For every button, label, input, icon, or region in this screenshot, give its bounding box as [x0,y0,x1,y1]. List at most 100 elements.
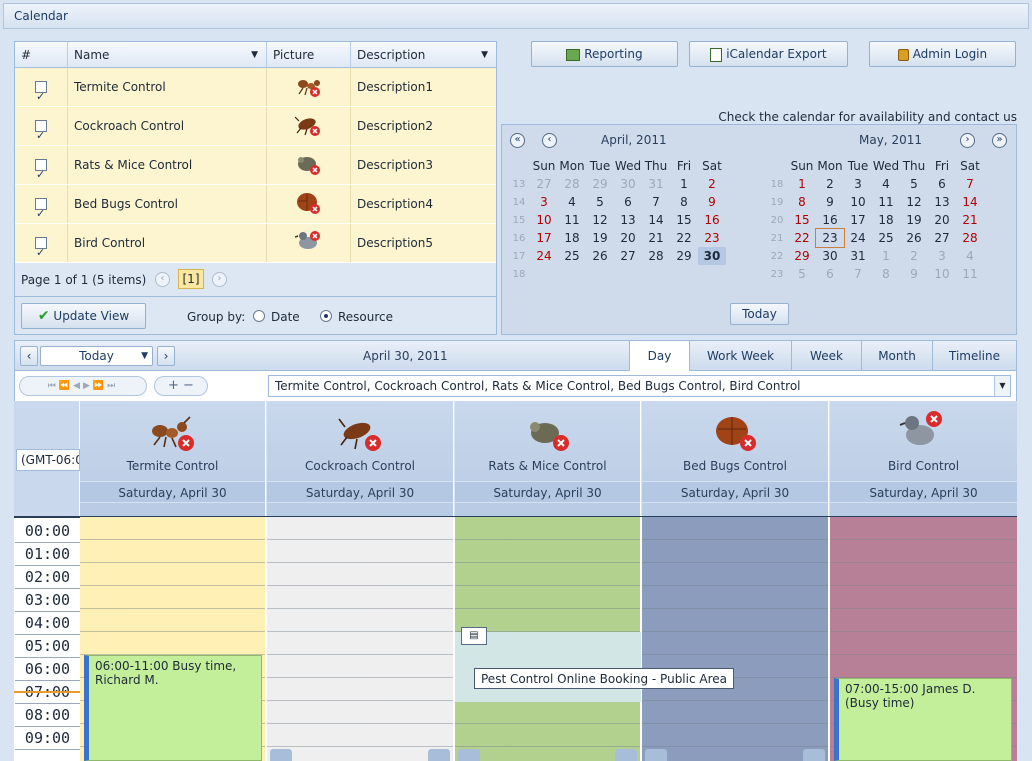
pigeon-icon [267,224,351,262]
row-checkbox[interactable] [35,78,47,116]
export-icon [710,47,723,62]
col-name[interactable]: Name ▼ [68,42,267,68]
row-checkbox[interactable] [35,195,47,233]
resource-header-cockroach: Cockroach Control Saturday, April 30 [267,401,454,517]
row-checkbox[interactable] [35,156,47,194]
next-year-icon[interactable]: » [992,133,1007,148]
selected-day[interactable]: 30 [698,247,726,265]
table-row[interactable]: Rats & Mice Control Description3 [15,146,496,194]
admin-login-button[interactable]: Admin Login [869,41,1016,67]
prev-year-icon[interactable]: « [510,133,525,148]
context-menu-icon[interactable]: ▤ [461,627,487,645]
row-name: Bed Bugs Control [68,185,267,223]
next-month-icon[interactable]: › [960,133,975,148]
row-checkbox[interactable] [35,234,47,272]
window-title: Calendar [3,3,1029,29]
group-by-date-label[interactable]: Date [271,310,300,324]
table-row[interactable]: Cockroach Control Description2 [15,107,496,155]
appointment[interactable]: 06:00-11:00 Busy time, Richard M. [84,655,262,761]
hour-label: 02:00 [15,566,80,589]
filter-icon[interactable]: ▼ [481,42,488,68]
chevron-down-icon[interactable]: ▼ [994,376,1010,396]
row-description: Description4 [357,197,433,211]
scroll-handle[interactable] [645,749,667,761]
resource-header-rats: Rats & Mice Control Saturday, April 30 [455,401,641,517]
hour-label: 05:00 [15,635,80,658]
table-row[interactable]: Bed Bugs Control Description4 [15,185,496,233]
today-day[interactable]: 23 [815,228,845,248]
calendar-today-button[interactable]: Today [730,303,789,325]
appointment[interactable]: 07:00-15:00 James D. (Busy time) [834,678,1012,761]
rat-icon [267,146,351,184]
scheduler-navbar: ‹ Today ▼ › April 30, 2011 Day Work Week… [14,340,1017,371]
tooltip: Pest Control Online Booking - Public Are… [474,668,734,689]
timezone-select[interactable]: (GMT-06:0 [16,449,80,471]
pager: Page 1 of 1 (5 items) ‹ [1] › [15,263,496,297]
resource-pager-icon[interactable]: ⏮⏪◀▶⏩⏭ [19,376,147,396]
pager-prev-icon[interactable]: ‹ [155,272,170,287]
resource-header-bird: Bird Control Saturday, April 30 [830,401,1017,517]
col-picture[interactable]: Picture [267,42,351,68]
group-by-label: Group by: [187,310,246,324]
hour-label: 03:00 [15,589,80,612]
resource-name: Termite Control [126,459,219,473]
availability-note: Check the calendar for availability and … [718,110,1017,124]
scroll-handle[interactable] [270,749,292,761]
pager-next-icon[interactable]: › [212,272,227,287]
scheduler-date-label: April 30, 2011 [363,349,448,363]
resource-date: Saturday, April 30 [80,481,265,503]
pigeon-icon [899,411,942,445]
row-name: Rats & Mice Control [68,146,267,184]
pager-summary: Page 1 of 1 (5 items) [21,273,147,287]
table-row[interactable]: Bird Control Description5 [15,224,496,272]
pager-current-page[interactable]: [1] [178,269,204,289]
scroll-handle[interactable] [458,749,480,761]
ant-icon [267,68,351,106]
scroll-handle[interactable] [428,749,450,761]
mini-calendar: « ‹ April, 2011 May, 2011 › » Sun Mon Tue W… [501,124,1017,335]
prev-month-icon[interactable]: ‹ [542,133,557,148]
update-view-button[interactable]: ✔ Update View [21,303,146,329]
tab-timeline[interactable]: Timeline [932,341,1016,371]
resource-filter-dropdown[interactable]: Termite Control, Cockroach Control, Rats… [268,375,1011,397]
tab-work-week[interactable]: Work Week [689,341,791,371]
resource-date: Saturday, April 30 [830,481,1017,503]
group-by-resource-radio[interactable] [320,310,332,322]
row-name: Termite Control [68,68,267,106]
tab-day[interactable]: Day [629,341,689,371]
scroll-handle[interactable] [615,749,637,761]
lock-icon [897,48,909,61]
row-name: Cockroach Control [68,107,267,145]
group-by-date-radio[interactable] [253,310,265,322]
icalendar-export-button[interactable]: iCalendar Export [689,41,848,67]
today-dropdown[interactable]: Today ▼ [40,346,153,366]
hour-label: 08:00 [15,704,80,727]
reporting-button[interactable]: Reporting [531,41,678,67]
row-description: Description5 [357,236,433,250]
hour-label: 06:00 [15,658,80,681]
tab-month[interactable]: Month [861,341,932,371]
table-row[interactable]: Termite Control Description1 [15,68,496,116]
next-day-icon[interactable]: › [157,346,175,366]
group-by-resource-label[interactable]: Resource [338,310,393,324]
scroll-handle[interactable] [803,749,825,761]
resource-date: Saturday, April 30 [267,481,453,503]
bedbug-icon [267,185,351,223]
row-name: Bird Control [68,224,267,262]
row-checkbox[interactable] [35,117,47,155]
zoom-icon[interactable]: + − [154,376,208,396]
col-description[interactable]: Description ▼ [351,42,496,68]
grid-header: # Name ▼ Picture Description ▼ [15,42,496,68]
prev-day-icon[interactable]: ‹ [20,346,38,366]
current-time-indicator [14,691,80,693]
tab-week[interactable]: Week [791,341,861,371]
filter-row: ⏮⏪◀▶⏩⏭ + − Termite Control, Cockroach Co… [14,371,1017,401]
filter-icon[interactable]: ▼ [251,42,258,68]
resource-column-cockroach[interactable] [267,517,455,761]
col-number[interactable]: # [15,42,68,68]
resource-grid: # Name▼ Picture Description▼ Termite Con… [14,41,497,335]
resource-date: Saturday, April 30 [455,481,640,503]
chevron-down-icon[interactable]: ▼ [141,347,148,365]
resource-column-bedbugs[interactable] [642,517,830,761]
row-description: Description1 [357,80,433,94]
